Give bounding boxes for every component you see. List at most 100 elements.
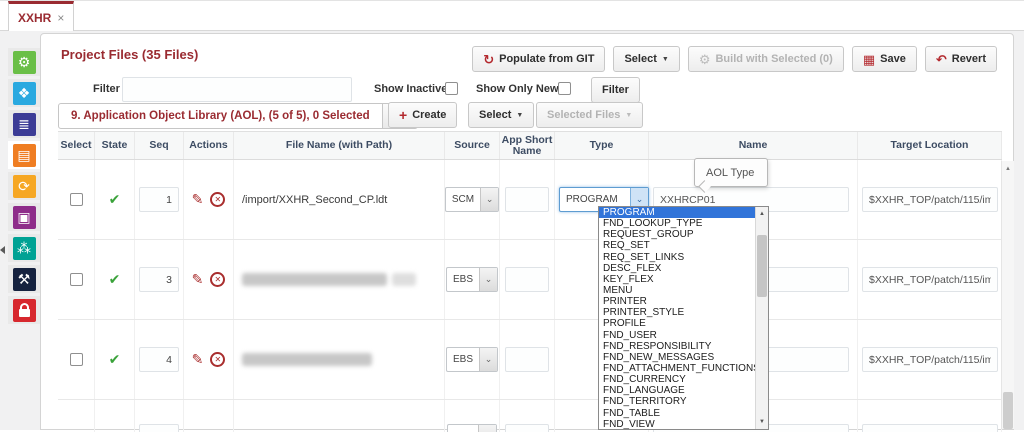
sidebar-item-network[interactable]: ⁂ bbox=[8, 234, 40, 262]
edit-icon[interactable]: ✎ bbox=[192, 271, 204, 288]
type-option[interactable]: DESC_FLEX bbox=[599, 263, 755, 274]
dropdown-scrollbar[interactable]: ▲ ▼ bbox=[755, 207, 768, 429]
chevron-down-icon: ⌄ bbox=[479, 348, 497, 371]
delete-icon[interactable]: ✕ bbox=[210, 192, 226, 207]
filter-input[interactable] bbox=[122, 77, 352, 102]
cluster-icon: ❖ bbox=[12, 81, 36, 105]
source-select[interactable]: SCM ⌄ bbox=[444, 187, 500, 212]
scroll-up-icon[interactable]: ▲ bbox=[1002, 163, 1014, 175]
filter-button[interactable]: Filter bbox=[591, 77, 640, 103]
section-select-dropdown-button[interactable]: Select ▼ bbox=[468, 102, 535, 128]
app-short-name-input[interactable] bbox=[505, 187, 549, 212]
seq-input[interactable] bbox=[139, 267, 179, 292]
robot-arm-icon: ⚒ bbox=[12, 267, 36, 291]
app-short-name-input[interactable] bbox=[505, 424, 549, 432]
target-location-input[interactable] bbox=[862, 347, 998, 372]
show-inactive-checkbox[interactable] bbox=[445, 82, 458, 95]
build-with-selected-button[interactable]: ⚙ Build with Selected (0) bbox=[687, 46, 844, 72]
col-name: Name bbox=[649, 132, 858, 159]
state-check-icon: ✔ bbox=[108, 271, 121, 287]
lock-icon bbox=[12, 298, 36, 322]
type-option[interactable]: KEY_FLEX bbox=[599, 274, 755, 285]
type-option[interactable]: FND_TERRITORY bbox=[599, 396, 755, 407]
selected-files-label: Selected Files bbox=[547, 109, 621, 121]
app-short-name-input[interactable] bbox=[505, 347, 549, 372]
source-select[interactable]: EBS ⌄ bbox=[445, 267, 498, 292]
row-checkbox[interactable] bbox=[69, 273, 83, 286]
sidebar-item-checklist[interactable]: ≣ bbox=[8, 110, 40, 138]
type-option[interactable]: REQ_SET bbox=[599, 240, 755, 251]
source-select[interactable]: ⌄ bbox=[447, 424, 497, 432]
source-value: EBS bbox=[452, 354, 473, 365]
target-location-input[interactable] bbox=[862, 424, 998, 432]
type-option[interactable]: FND_LOOKUP_TYPE bbox=[599, 218, 755, 229]
save-label: Save bbox=[880, 53, 906, 65]
type-option[interactable]: FND_CURRENCY bbox=[599, 374, 755, 385]
edit-icon[interactable]: ✎ bbox=[192, 351, 204, 368]
type-option[interactable]: MENU bbox=[599, 285, 755, 296]
row-checkbox[interactable] bbox=[69, 193, 83, 206]
type-option[interactable]: FND_ATTACHMENT_FUNCTIONS bbox=[599, 363, 755, 374]
seq-input[interactable] bbox=[139, 424, 179, 432]
show-only-new-label: Show Only New bbox=[476, 83, 559, 95]
sidebar-item-gear[interactable]: ⚙ bbox=[8, 48, 40, 76]
delete-icon[interactable]: ✕ bbox=[210, 352, 226, 367]
sidebar-item-document[interactable]: ▤ bbox=[8, 141, 40, 169]
row-checkbox[interactable] bbox=[69, 353, 83, 366]
target-location-input[interactable] bbox=[862, 267, 998, 292]
type-option[interactable]: FND_LANGUAGE bbox=[599, 385, 755, 396]
tab-close-icon[interactable]: × bbox=[57, 12, 64, 24]
collapse-arrow-icon[interactable] bbox=[0, 246, 5, 254]
sidebar-item-lock[interactable] bbox=[8, 296, 40, 324]
source-value bbox=[448, 425, 478, 432]
tab-label: XXHR bbox=[18, 11, 52, 25]
type-option[interactable]: PROFILE bbox=[599, 318, 755, 329]
show-only-new-checkbox[interactable] bbox=[558, 82, 571, 95]
seq-input[interactable] bbox=[139, 187, 179, 212]
type-option[interactable]: REQUEST_GROUP bbox=[599, 229, 755, 240]
sidebar-item-clipboard[interactable]: ▣ bbox=[8, 203, 40, 231]
redacted-file-name bbox=[392, 273, 416, 286]
selected-files-button[interactable]: Selected Files ▼ bbox=[536, 102, 644, 128]
app-short-name-input[interactable] bbox=[505, 267, 549, 292]
type-option[interactable]: FND_TABLE bbox=[599, 408, 755, 419]
scroll-down-icon[interactable]: ▼ bbox=[756, 416, 768, 428]
undo-icon: ↶ bbox=[935, 51, 947, 67]
type-option[interactable]: PRINTER_STYLE bbox=[599, 307, 755, 318]
type-option[interactable]: FND_RESPONSIBILITY bbox=[599, 341, 755, 352]
type-dropdown-items: PROGRAM FND_LOOKUP_TYPE REQUEST_GROUP REQ_S… bbox=[599, 207, 755, 429]
delete-icon[interactable]: ✕ bbox=[210, 272, 226, 287]
type-option[interactable]: FND_NEW_MESSAGES bbox=[599, 352, 755, 363]
create-label: Create bbox=[412, 109, 447, 121]
type-option[interactable]: REQ_SET_LINKS bbox=[599, 252, 755, 263]
populate-from-git-button[interactable]: ↻ Populate from GIT bbox=[472, 46, 606, 72]
sidebar-item-robot-arm[interactable]: ⚒ bbox=[8, 265, 40, 293]
source-select[interactable]: EBS ⌄ bbox=[445, 347, 498, 372]
edit-icon[interactable]: ✎ bbox=[192, 191, 204, 208]
show-inactive-label: Show Inactive bbox=[374, 83, 448, 95]
tab-xxhr[interactable]: XXHR × bbox=[8, 1, 75, 32]
chevron-down-icon: ▼ bbox=[625, 111, 633, 119]
scrollbar-thumb[interactable] bbox=[757, 235, 767, 297]
section-selector[interactable]: 9. Application Object Library (AOL), (5 … bbox=[58, 103, 418, 129]
col-source: Source bbox=[445, 132, 500, 159]
seq-input[interactable] bbox=[139, 347, 179, 372]
network-icon: ⁂ bbox=[12, 236, 36, 260]
section-title: 9. Application Object Library (AOL), (5 … bbox=[71, 110, 370, 122]
scrollbar-thumb[interactable] bbox=[1003, 392, 1013, 429]
sidebar-item-cluster[interactable]: ❖ bbox=[8, 79, 40, 107]
scroll-up-icon[interactable]: ▲ bbox=[756, 208, 768, 220]
sidebar-item-sync[interactable]: ⟳ bbox=[8, 172, 40, 200]
table-scrollbar[interactable]: ▲ bbox=[1001, 161, 1014, 429]
revert-button[interactable]: ↶ Revert bbox=[924, 46, 997, 72]
gear-icon: ⚙ bbox=[12, 50, 36, 74]
select-dropdown-button[interactable]: Select ▼ bbox=[613, 46, 680, 72]
type-option[interactable]: FND_USER bbox=[599, 330, 755, 341]
create-button[interactable]: + Create bbox=[388, 102, 458, 128]
type-option[interactable]: PROGRAM bbox=[599, 207, 755, 219]
type-option[interactable]: FND_VIEW bbox=[599, 419, 755, 429]
save-button[interactable]: ▦ Save bbox=[851, 46, 917, 72]
target-location-input[interactable] bbox=[862, 187, 998, 212]
type-option[interactable]: PRINTER bbox=[599, 296, 755, 307]
source-value: EBS bbox=[452, 274, 473, 285]
